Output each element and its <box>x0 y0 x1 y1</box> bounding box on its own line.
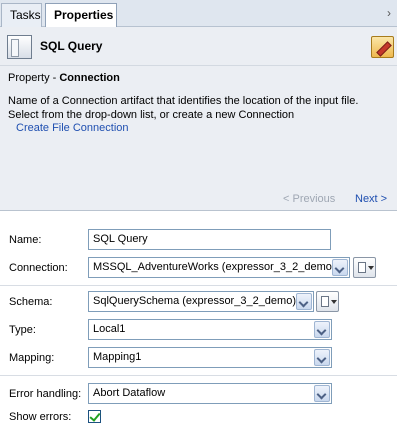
type-value: Local1 <box>93 323 126 335</box>
type-label: Type: <box>9 324 36 336</box>
show-errors-label: Show errors: <box>9 411 72 423</box>
property-prefix: Property - <box>8 72 60 84</box>
connection-value: MSSQL_AdventureWorks (expressor_3_2_demo… <box>93 261 336 273</box>
connection-options-button[interactable] <box>353 257 376 278</box>
name-input[interactable]: SQL Query <box>88 229 331 250</box>
dropdown-arrow-icon <box>331 300 337 304</box>
chevron-down-icon[interactable] <box>314 349 330 366</box>
chevron-down-icon[interactable] <box>296 293 312 310</box>
description-line-1: Name of a Connection artifact that ident… <box>8 95 359 107</box>
tab-properties[interactable]: Properties <box>45 3 117 28</box>
tab-tasks[interactable]: Tasks <box>1 3 42 27</box>
property-description: Name of a Connection artifact that ident… <box>8 94 393 122</box>
component-title: SQL Query <box>40 39 103 53</box>
tab-bar: Tasks Properties › <box>0 0 397 28</box>
connection-label: Connection: <box>9 262 68 274</box>
show-errors-checkbox[interactable] <box>88 410 101 423</box>
property-name: Connection <box>59 72 120 84</box>
document-icon <box>321 296 329 307</box>
create-file-connection-link[interactable]: Create File Connection <box>16 122 129 134</box>
chevron-down-icon[interactable] <box>332 259 348 276</box>
schema-label: Schema: <box>9 296 53 308</box>
mapping-label: Mapping: <box>9 352 55 364</box>
header-divider <box>0 65 397 66</box>
mapping-select[interactable]: Mapping1 <box>88 347 332 368</box>
edit-pencil-icon[interactable] <box>371 36 394 58</box>
previous-button: < Previous <box>283 193 336 205</box>
description-line-2: Select from the drop-down list, or creat… <box>8 109 295 121</box>
name-label: Name: <box>9 234 42 246</box>
document-icon <box>358 262 366 273</box>
schema-options-button[interactable] <box>316 291 339 312</box>
sql-query-component-icon <box>7 35 32 59</box>
section-divider <box>0 375 397 376</box>
next-button[interactable]: Next > <box>355 193 387 205</box>
chevron-down-icon[interactable] <box>314 385 330 402</box>
error-handling-label: Error handling: <box>9 388 82 400</box>
connection-select[interactable]: MSSQL_AdventureWorks (expressor_3_2_demo… <box>88 257 350 278</box>
mapping-value: Mapping1 <box>93 351 142 363</box>
type-select[interactable]: Local1 <box>88 319 332 340</box>
properties-header: SQL Query Property - Connection Name of … <box>0 27 397 211</box>
dropdown-arrow-icon <box>368 266 374 270</box>
error-handling-select[interactable]: Abort Dataflow <box>88 383 332 404</box>
tab-overflow-icon[interactable]: › <box>387 6 391 20</box>
schema-select[interactable]: SqlQuerySchema (expressor_3_2_demo) <box>88 291 314 312</box>
section-divider <box>0 285 397 286</box>
chevron-down-icon[interactable] <box>314 321 330 338</box>
property-heading: Property - Connection <box>8 72 120 84</box>
schema-value: SqlQuerySchema (expressor_3_2_demo) <box>93 295 296 307</box>
error-handling-value: Abort Dataflow <box>93 387 166 399</box>
